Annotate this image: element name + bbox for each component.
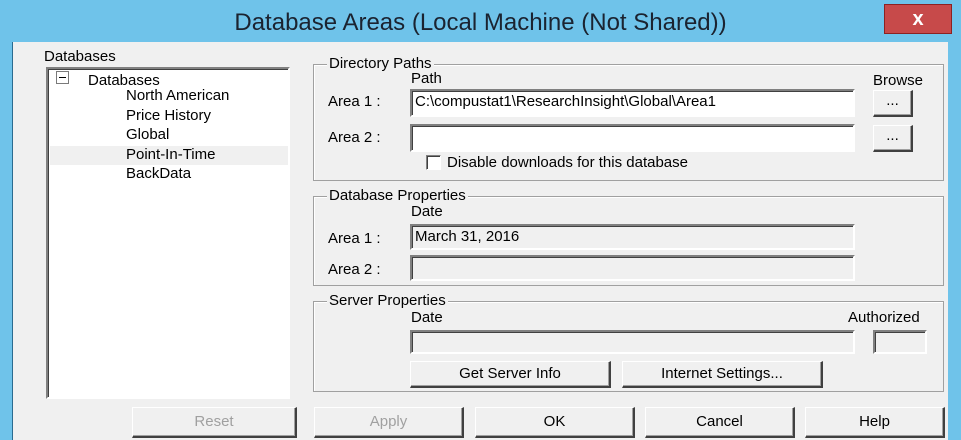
- window-title: Database Areas (Local Machine (Not Share…: [234, 9, 727, 36]
- db-area2-date-field: [410, 255, 855, 281]
- area1-browse-button[interactable]: ...: [873, 90, 913, 117]
- internet-settings-button[interactable]: Internet Settings...: [622, 361, 823, 388]
- close-icon: x: [912, 8, 924, 30]
- tree-item-price-history[interactable]: Price History: [126, 106, 211, 125]
- authorized-column-header: Authorized: [848, 309, 920, 326]
- area2-browse-button[interactable]: ...: [873, 125, 913, 152]
- databases-panel-label: Databases: [44, 48, 116, 65]
- server-properties-label: Server Properties: [327, 292, 448, 309]
- disable-downloads-checkbox[interactable]: [426, 155, 441, 170]
- apply-button[interactable]: Apply: [314, 407, 464, 438]
- cancel-button[interactable]: Cancel: [645, 407, 795, 438]
- area1-path-label: Area 1 :: [328, 93, 381, 110]
- server-authorized-field: [873, 330, 927, 354]
- close-button[interactable]: x: [884, 4, 952, 34]
- db-area2-label: Area 2 :: [328, 261, 381, 278]
- collapse-icon[interactable]: [56, 71, 69, 84]
- reset-button[interactable]: Reset: [132, 407, 297, 438]
- db-date-column-header: Date: [411, 203, 443, 220]
- tree-item-point-in-time[interactable]: Point-In-Time: [126, 145, 215, 164]
- tree-item-backdata[interactable]: BackData: [126, 164, 191, 183]
- ok-button[interactable]: OK: [475, 407, 635, 438]
- databases-tree[interactable]: Databases North American Price History G…: [46, 67, 290, 399]
- area2-path-label: Area 2 :: [328, 129, 381, 146]
- tree-item-north-american[interactable]: North American: [126, 86, 229, 105]
- area1-path-input[interactable]: C:\compustat1\ResearchInsight\Global\Are…: [410, 89, 855, 117]
- server-date-field: [410, 330, 855, 354]
- db-area1-label: Area 1 :: [328, 230, 381, 247]
- db-area1-date-field: March 31, 2016: [410, 224, 855, 250]
- server-date-column-header: Date: [411, 309, 443, 326]
- help-button[interactable]: Help: [805, 407, 945, 438]
- title-bar[interactable]: Database Areas (Local Machine (Not Share…: [0, 0, 961, 42]
- area2-path-input[interactable]: [410, 124, 855, 152]
- get-server-info-button[interactable]: Get Server Info: [410, 361, 611, 388]
- database-properties-label: Database Properties: [327, 187, 468, 204]
- browse-column-header: Browse: [873, 72, 924, 89]
- tree-item-global[interactable]: Global: [126, 125, 169, 144]
- disable-downloads-label[interactable]: Disable downloads for this database: [447, 154, 688, 172]
- path-column-header: Path: [411, 70, 442, 87]
